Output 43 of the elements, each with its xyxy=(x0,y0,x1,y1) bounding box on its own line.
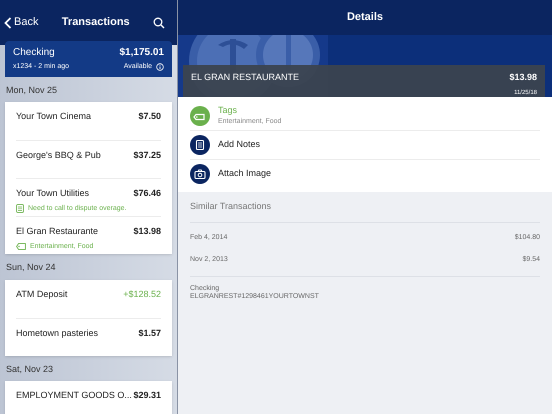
details-title: Details xyxy=(346,10,384,26)
transaction-amount: $29.31 xyxy=(133,389,161,402)
date-heading: Sun, Nov 24 xyxy=(5,261,57,274)
action-row[interactable]: Add Notes xyxy=(190,130,540,159)
transaction-amount: $7.50 xyxy=(138,110,161,123)
sidebar-title: Transactions xyxy=(60,15,131,30)
transaction-amount: $76.46 xyxy=(133,187,161,200)
transaction-name: El Gran Restaurante xyxy=(16,225,98,238)
date-heading: Sat, Nov 23 xyxy=(5,362,54,376)
transaction-amount: $13.98 xyxy=(133,225,161,238)
transaction-name: Your Town Cinema xyxy=(16,110,92,123)
back-button[interactable]: Back xyxy=(4,14,38,31)
transaction-name: Hometown pasteries xyxy=(16,326,98,340)
date-heading: Mon, Nov 25 xyxy=(5,84,58,96)
info-icon[interactable] xyxy=(156,63,164,72)
section-heading: Similar Transactions xyxy=(190,192,540,222)
notes-icon xyxy=(190,135,210,155)
account-name: Checking xyxy=(13,46,55,60)
action-label: Add Notes xyxy=(218,138,260,152)
transaction-name: ATM Deposit xyxy=(16,288,68,301)
chevron-left-icon xyxy=(4,16,12,28)
transaction-amount: +$128.52 xyxy=(123,288,161,300)
transaction-row[interactable]: Hometown pasteries $1.57 xyxy=(16,318,161,356)
search-icon[interactable] xyxy=(153,16,165,28)
action-label: Attach Image xyxy=(218,167,272,180)
transaction-amount: $13.98 xyxy=(509,71,537,84)
action-label: Tags xyxy=(218,104,238,117)
transaction-row[interactable]: ATM Deposit +$128.52 xyxy=(16,280,161,318)
note-icon xyxy=(16,204,24,214)
tag-icon xyxy=(16,243,26,250)
transaction-row[interactable]: Your Town Cinema $7.50 xyxy=(16,102,161,140)
transaction-name: Your Town Utilities xyxy=(16,187,90,200)
transaction-row[interactable]: EMPLOYMENT GOODS O... $29.31 xyxy=(16,381,161,414)
camera-icon xyxy=(190,164,210,184)
transaction-name: George's BBQ & Pub xyxy=(16,149,101,162)
transaction-name: EMPLOYMENT GOODS O... xyxy=(16,389,132,402)
account-balance: $1,175.01 xyxy=(120,46,164,60)
transaction-row[interactable]: George's BBQ & Pub $37.25 xyxy=(16,140,161,178)
tag-icon xyxy=(190,106,210,126)
transaction-amount: $1.57 xyxy=(138,326,161,340)
merchant-name: EL GRAN RESTAURANTE xyxy=(191,71,300,84)
action-row[interactable]: Attach Image xyxy=(190,159,540,188)
transaction-amount: $37.25 xyxy=(133,149,161,162)
